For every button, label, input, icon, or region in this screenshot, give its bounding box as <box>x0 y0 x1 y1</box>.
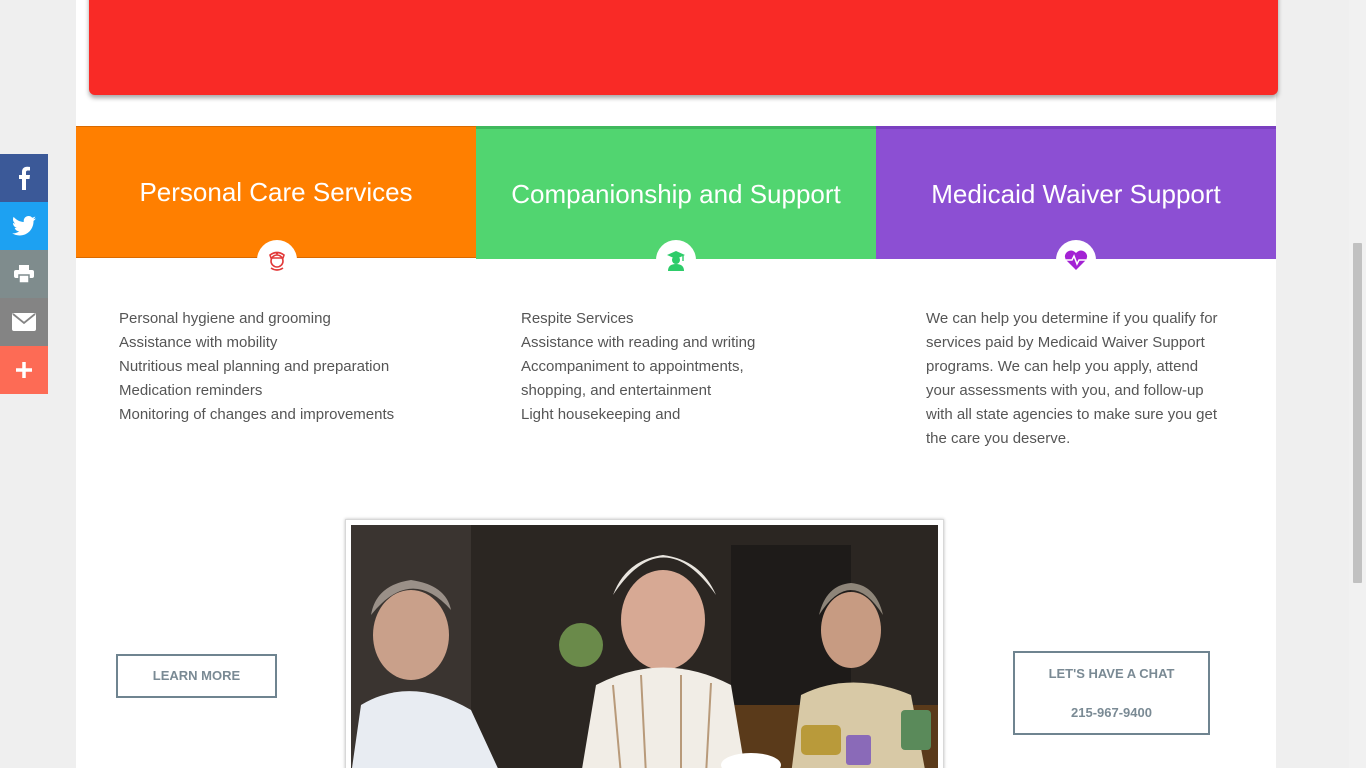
more-share-button[interactable] <box>0 346 48 394</box>
chat-button[interactable]: LET'S HAVE A CHAT 215-967-9400 <box>1013 651 1210 735</box>
seniors-photo <box>351 525 938 768</box>
share-bar <box>0 154 48 394</box>
scrollbar[interactable] <box>1349 0 1366 768</box>
list-item: Assistance with mobility <box>119 334 278 351</box>
print-share-button[interactable] <box>0 250 48 298</box>
learn-more-button[interactable]: LEARN MORE <box>116 654 277 698</box>
chat-label: LET'S HAVE A CHAT <box>1048 666 1175 681</box>
red-banner <box>89 0 1278 95</box>
twitter-share-button[interactable] <box>0 202 48 250</box>
personal-care-title: Personal Care Services <box>139 176 413 207</box>
list-item: Monitoring of changes and improvements <box>119 406 395 423</box>
medicaid-description: We can help you determine if you qualify… <box>926 310 1218 447</box>
facebook-icon <box>19 166 30 190</box>
personal-care-list: Personal hygiene and grooming Assistance… <box>119 307 439 427</box>
companionship-list: Respite Services Assistance with reading… <box>521 307 801 427</box>
nurse-icon <box>257 240 297 280</box>
list-item: Light housekeeping and <box>521 406 681 423</box>
list-item: Accompaniment to appointments, shopping,… <box>521 358 744 399</box>
chat-phone: 215-967-9400 <box>1071 705 1152 720</box>
list-item: Personal hygiene and grooming <box>119 310 331 327</box>
list-item: Medication reminders <box>119 382 263 399</box>
print-icon <box>14 265 34 283</box>
scrollbar-thumb[interactable] <box>1353 243 1362 583</box>
heartbeat-icon <box>1056 240 1096 280</box>
medicaid-title: Medicaid Waiver Support <box>931 178 1221 209</box>
personal-care-header: Personal Care Services <box>76 126 476 258</box>
email-icon <box>12 313 36 331</box>
photo-frame <box>345 519 944 768</box>
list-item: Assistance with reading and writing <box>521 334 756 351</box>
list-item: Nutritious meal planning and preparation <box>119 358 390 375</box>
facebook-share-button[interactable] <box>0 154 48 202</box>
list-item: Respite Services <box>521 310 634 327</box>
twitter-icon <box>12 216 36 236</box>
companionship-title: Companionship and Support <box>511 178 841 209</box>
email-share-button[interactable] <box>0 298 48 346</box>
plus-icon <box>16 362 32 378</box>
graduate-icon <box>656 240 696 280</box>
